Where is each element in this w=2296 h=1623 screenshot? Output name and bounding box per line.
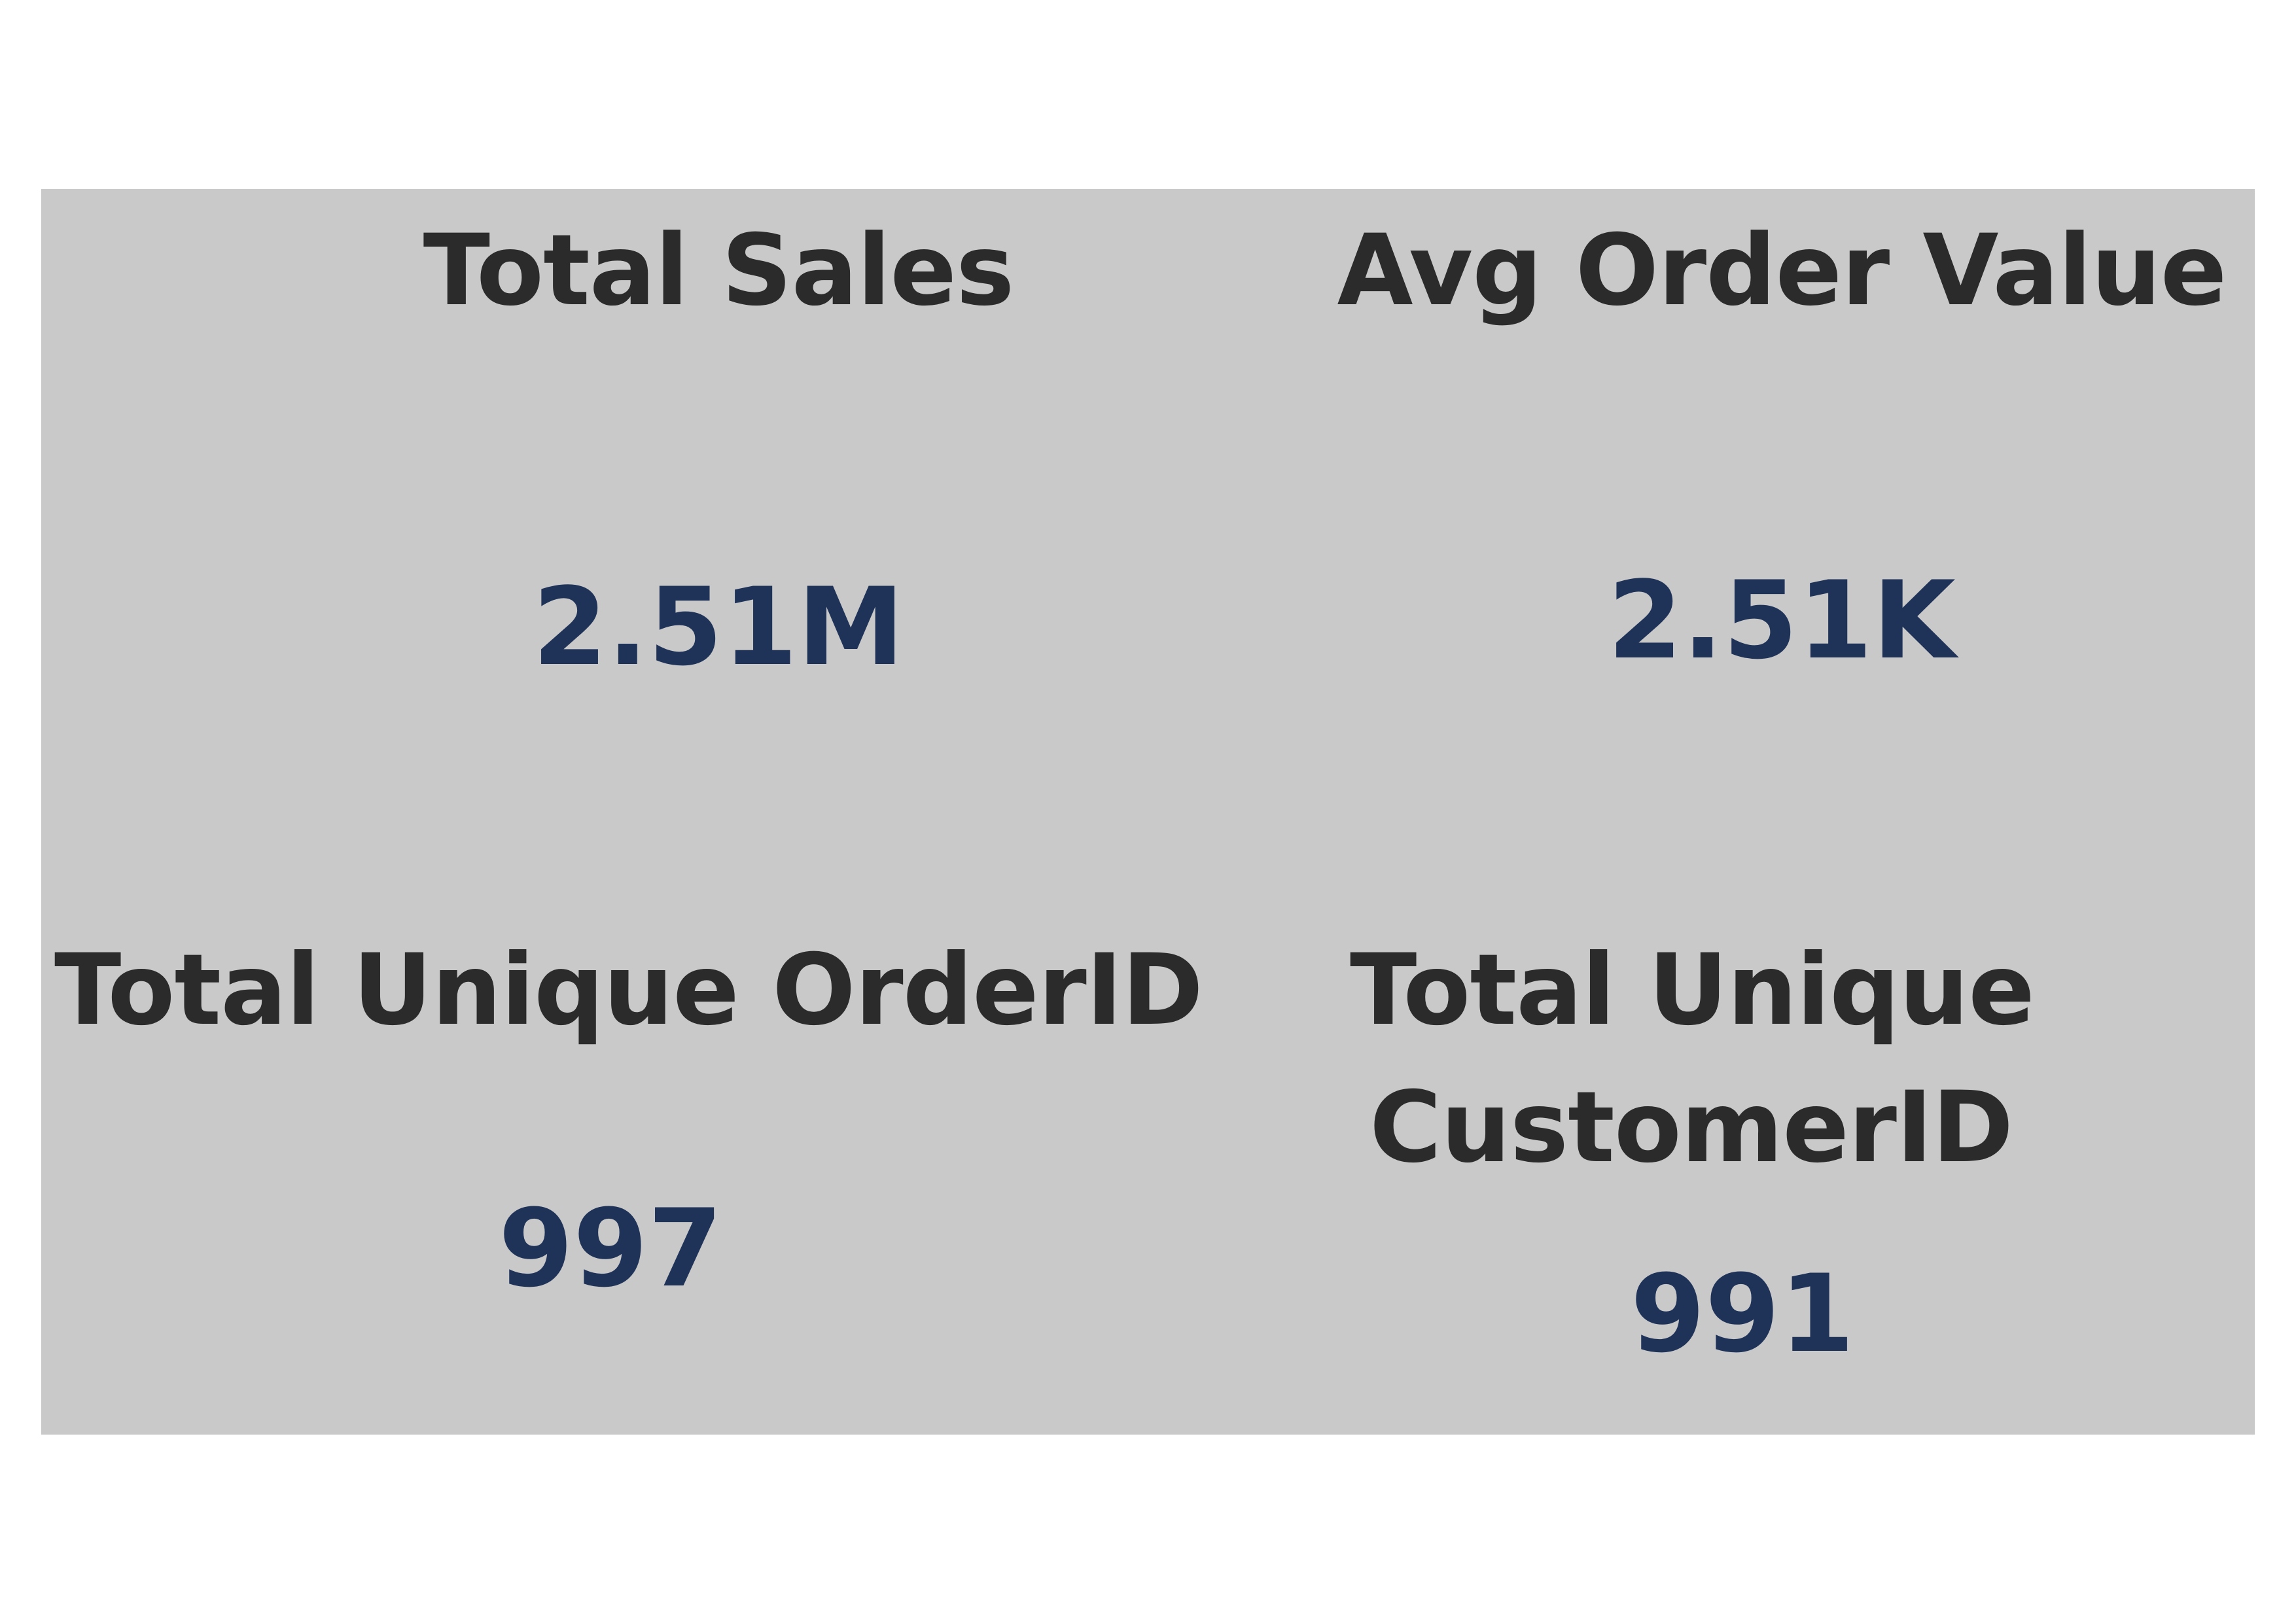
- avg-order-value-value: 2.51K: [1608, 558, 1956, 683]
- total-unique-customerid-value: 991: [1630, 1251, 1855, 1376]
- total-unique-orderid-title: Total Unique OrderID: [54, 934, 1203, 1047]
- total-sales-title: Total Sales: [423, 214, 1015, 328]
- total-unique-customerid-title-line1: Total Unique: [1350, 934, 2035, 1047]
- total-unique-orderid-value: 997: [498, 1186, 723, 1311]
- avg-order-value-title: Avg Order Value: [1337, 214, 2227, 328]
- kpi-card-panel: Total Sales 2.51M Avg Order Value 2.51K …: [41, 189, 2255, 1435]
- total-unique-customerid-title-line2: CustomerID: [1369, 1071, 2013, 1185]
- total-sales-value: 2.51M: [533, 565, 904, 689]
